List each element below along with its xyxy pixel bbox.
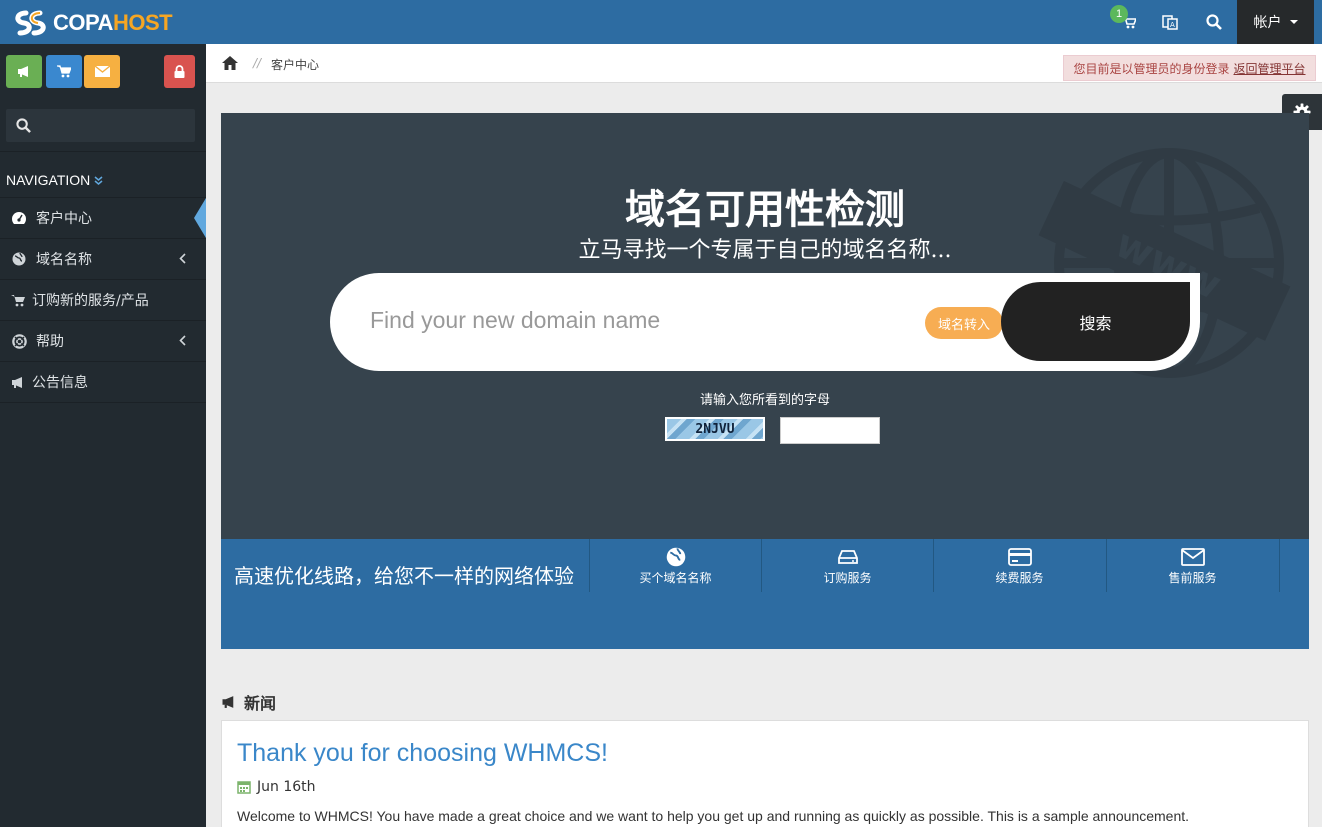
announcement-body: Welcome to WHMCS! You have made a great … [237, 808, 1190, 824]
sidebar-search-input[interactable] [6, 109, 195, 142]
transfer-button[interactable]: 域名转入 [925, 307, 1003, 339]
globe-icon [11, 251, 27, 267]
sidebar-item-label: 域名名称 [36, 252, 92, 268]
announcements-button[interactable] [6, 55, 42, 88]
dashboard-icon [11, 210, 27, 226]
search-icon [16, 118, 31, 133]
logout-button[interactable] [164, 55, 195, 88]
domain-search-input[interactable]: Find your new domain name [370, 307, 660, 334]
presales-button[interactable]: 售前服务 [1106, 539, 1278, 592]
captcha-input[interactable] [780, 417, 880, 444]
chevron-left-icon [179, 253, 186, 264]
domain-search-hero: www 域名可用性检测 立马寻找一个专属于自己的域名名称... Find you… [221, 113, 1309, 539]
breadcrumb: // 客户中心 您目前是以管理员的身份登录 返回管理平台 [206, 44, 1322, 83]
cart-button[interactable]: 1 [1107, 0, 1151, 44]
search-submit-button[interactable]: 搜索 [1001, 282, 1190, 361]
logo-mark-icon [15, 10, 46, 36]
cart-quick-button[interactable] [46, 55, 82, 88]
chevron-left-icon [179, 335, 186, 346]
sidebar-item-label: 客户中心 [36, 211, 92, 227]
strip-tagline: 高速优化线路，给您不一样的网络体验 [234, 564, 574, 588]
support-icon [11, 333, 27, 349]
caret-down-icon [1289, 20, 1298, 24]
search-button[interactable] [1192, 0, 1236, 44]
sidebar-item-label: 帮助 [36, 334, 64, 350]
bullhorn-icon [222, 696, 234, 708]
action-strip: 高速优化线路，给您不一样的网络体验 买个域名名称 订购服务 续费服务 售前服务 [221, 539, 1309, 649]
sidebar-item-domains[interactable]: 域名名称 [0, 239, 206, 280]
strip-action-label: 售前服务 [1168, 570, 1217, 585]
announcement-card: Thank you for choosing WHMCS! Jun 16th W… [221, 720, 1309, 827]
hero-title: 域名可用性检测 [625, 186, 905, 233]
sidebar: NAVIGATION 客户中心 域名名称 订购新的服务/产品 帮助 公告信息 [0, 44, 206, 827]
language-button[interactable]: A [1148, 0, 1192, 44]
news-heading: 新闻 [221, 690, 276, 714]
strip-action-label: 续费服务 [995, 570, 1044, 585]
order-service-button[interactable]: 订购服务 [761, 539, 933, 592]
envelope-icon [94, 66, 110, 77]
svg-text:A: A [1170, 21, 1175, 29]
account-label: 帐户 [1253, 15, 1282, 31]
strip-action-label: 订购服务 [823, 570, 872, 585]
return-to-admin-link[interactable]: 返回管理平台 [1234, 60, 1306, 77]
admin-login-notice: 您目前是以管理员的身份登录 返回管理平台 [1063, 55, 1316, 81]
brand-name: COPAHOST [53, 10, 173, 35]
captcha-label: 请输入您所看到的字母 [699, 393, 830, 408]
strip-action-label: 买个域名名称 [639, 570, 712, 585]
sidebar-item-order[interactable]: 订购新的服务/产品 [0, 280, 206, 321]
admin-notice-text: 您目前是以管理员的身份登录 [1073, 61, 1230, 76]
strip-divider [1279, 539, 1280, 592]
announcement-title-link[interactable]: Thank you for choosing WHMCS! [237, 739, 608, 768]
sidebar-item-label: 订购新的服务/产品 [32, 293, 149, 309]
cart-icon [10, 292, 26, 308]
bullhorn-icon [10, 374, 26, 390]
breadcrumb-separator: // [253, 56, 262, 70]
account-menu-button[interactable]: 帐户 [1237, 0, 1314, 44]
credit-card-icon [1007, 546, 1032, 568]
lock-icon [174, 65, 185, 78]
bullhorn-icon [17, 66, 28, 77]
announcement-date: Jun 16th [237, 779, 316, 795]
hero-subtitle: 立马寻找一个专属于自己的域名名称... [578, 238, 952, 263]
sidebar-item-label: 公告信息 [32, 375, 88, 391]
sidebar-divider [0, 151, 206, 152]
brand-logo[interactable]: COPAHOST [12, 9, 173, 37]
envelope-icon [1180, 546, 1205, 568]
breadcrumb-current: 客户中心 [271, 58, 320, 72]
server-icon [837, 546, 858, 568]
chevron-double-down-icon [94, 175, 103, 185]
search-icon [1206, 14, 1222, 30]
cart-icon [57, 65, 71, 78]
home-icon[interactable] [221, 55, 239, 71]
calendar-icon [237, 781, 251, 794]
cart-count-badge: 1 [1110, 5, 1128, 23]
active-indicator [194, 198, 206, 238]
language-icon: A [1162, 15, 1178, 30]
sidebar-item-support[interactable]: 帮助 [0, 321, 206, 362]
globe-icon [666, 546, 686, 568]
mail-button[interactable] [84, 55, 120, 88]
sidebar-item-client-area[interactable]: 客户中心 [0, 198, 206, 239]
buy-domain-button[interactable]: 买个域名名称 [589, 539, 761, 592]
domain-search-box: Find your new domain name 域名转入 搜索 [330, 273, 1200, 371]
renew-service-button[interactable]: 续费服务 [933, 539, 1105, 592]
top-navbar: COPAHOST 1 A 帐户 [0, 0, 1322, 44]
sidebar-item-announcements[interactable]: 公告信息 [0, 362, 206, 403]
captcha-image: 2NJVU [665, 417, 765, 441]
nav-heading: NAVIGATION [6, 172, 103, 188]
